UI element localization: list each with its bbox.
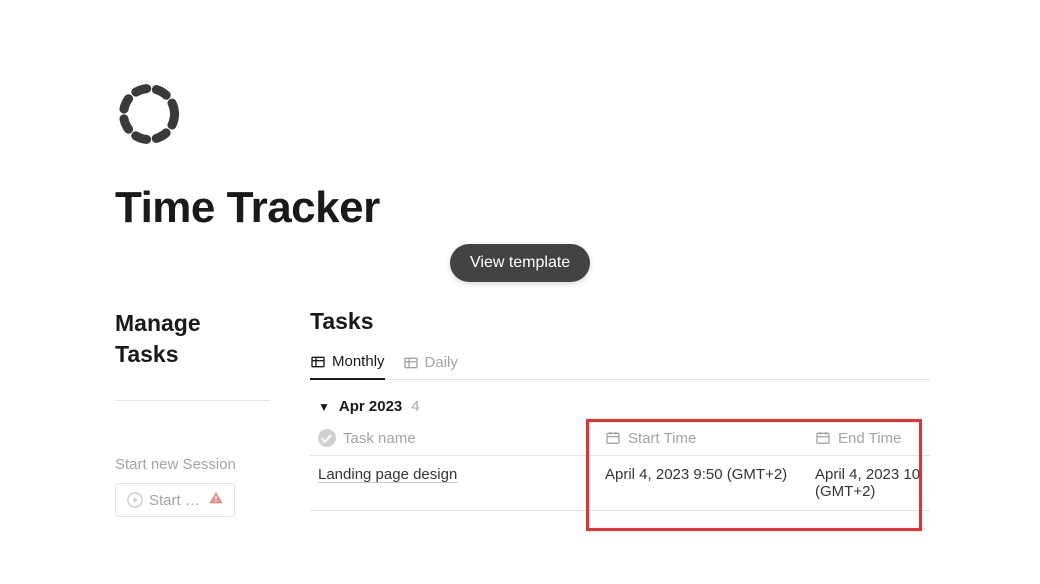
tabs: Monthly Daily <box>310 353 930 380</box>
column-label: End Time <box>838 430 901 447</box>
column-label: Task name <box>343 430 416 447</box>
tab-monthly[interactable]: Monthly <box>310 353 385 380</box>
start-time-cell: April 4, 2023 9:50 (GMT+2) <box>605 466 815 500</box>
play-icon <box>126 491 144 509</box>
view-template-button[interactable]: View template <box>450 244 590 282</box>
check-circle-icon <box>318 429 336 447</box>
group-header[interactable]: ▼ Apr 2023 4 <box>310 394 930 419</box>
sidebar-title: Manage Tasks <box>115 308 270 370</box>
column-header-start[interactable]: Start Time <box>605 429 815 447</box>
group-label: Apr 2023 <box>339 398 402 415</box>
content: Manage Tasks Start new Session Start Ne… <box>115 308 1040 517</box>
main: Tasks Monthly <box>310 308 930 511</box>
view-template-label: View template <box>470 254 570 271</box>
start-session-button[interactable]: Start Ne… <box>115 483 235 517</box>
column-header-task[interactable]: Task name <box>318 429 605 447</box>
page-title: Time Tracker <box>115 183 1040 233</box>
column-label: Start Time <box>628 430 696 447</box>
session-button-label: Start Ne… <box>149 492 203 509</box>
calendar-icon <box>815 430 831 446</box>
table-icon <box>310 354 326 370</box>
group-count: 4 <box>411 398 419 415</box>
column-header-end[interactable]: End Time <box>815 429 922 447</box>
tab-daily[interactable]: Daily <box>403 353 458 380</box>
divider <box>115 400 270 401</box>
end-time-cell: April 4, 2023 10 (GMT+2) <box>815 466 922 500</box>
table-header-row: Task name Start Time <box>310 419 930 456</box>
main-title: Tasks <box>310 308 930 335</box>
tab-label: Daily <box>425 354 458 371</box>
chevron-down-icon: ▼ <box>318 400 330 414</box>
session-label: Start new Session <box>115 456 270 473</box>
page-icon-loading <box>115 80 1040 153</box>
task-link[interactable]: Landing page design <box>318 466 457 483</box>
tab-label: Monthly <box>332 353 385 370</box>
sidebar: Manage Tasks Start new Session Start Ne… <box>115 308 270 517</box>
calendar-icon <box>605 430 621 446</box>
table-icon <box>403 355 419 371</box>
table-row[interactable]: Landing page design April 4, 2023 9:50 (… <box>310 456 930 511</box>
warning-icon <box>208 490 224 510</box>
task-cell: Landing page design <box>318 466 605 500</box>
